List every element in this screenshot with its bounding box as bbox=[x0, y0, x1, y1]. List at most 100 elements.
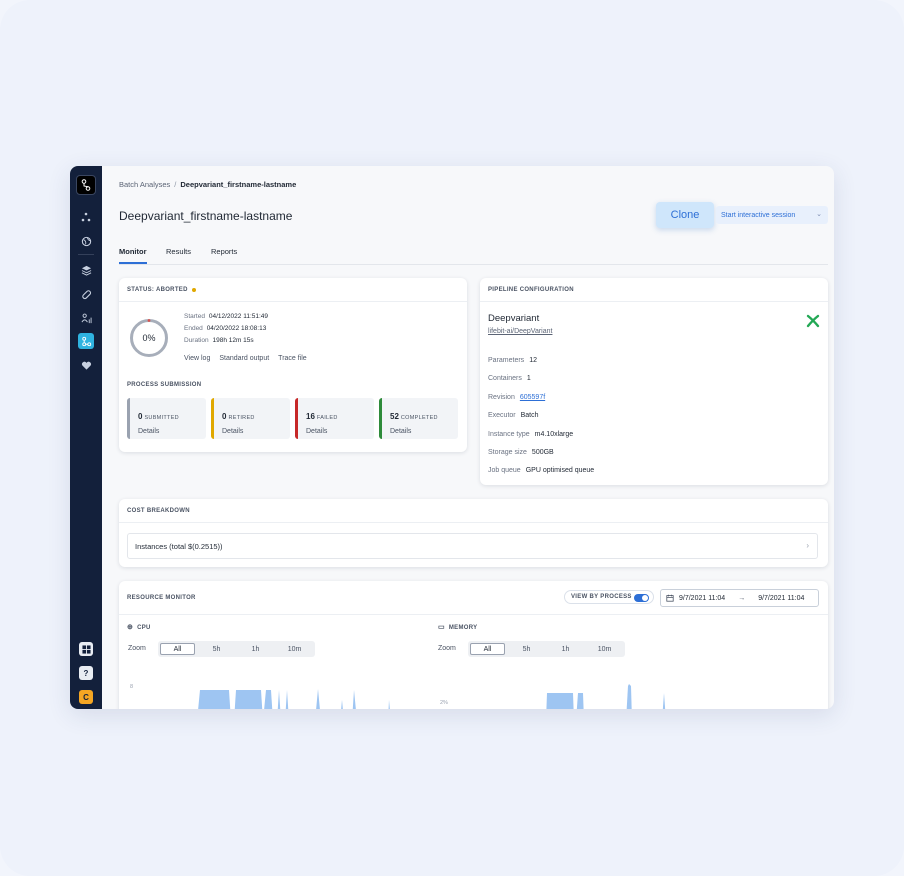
pill-icon[interactable] bbox=[78, 286, 94, 302]
duration-label: Duration bbox=[184, 337, 209, 344]
config-key: Containers bbox=[488, 375, 522, 382]
page-title: Deepvariant_firstname-lastname bbox=[119, 209, 293, 223]
failed-card[interactable]: 16 FAILED Details bbox=[295, 398, 374, 439]
memory-zoom-label: Zoom bbox=[438, 645, 456, 652]
submitted-card[interactable]: 0 SUBMITTED Details bbox=[127, 398, 206, 439]
sidebar-divider bbox=[78, 254, 94, 255]
completed-card[interactable]: 52 COMPLETED Details bbox=[379, 398, 458, 439]
config-key: Job queue bbox=[488, 467, 521, 474]
layers-icon[interactable] bbox=[78, 262, 94, 278]
ended-label: Ended bbox=[184, 325, 203, 332]
status-links: View log Standard output Trace file bbox=[184, 355, 316, 362]
page-background: ? C Batch Analyses / Deepvariant_firstname… bbox=[0, 0, 904, 876]
pipeline-header: PIPELINE CONFIGURATION bbox=[480, 278, 828, 302]
chevron-down-icon: ⌄ bbox=[816, 211, 822, 218]
cpu-title: CPU bbox=[137, 625, 151, 631]
process-submission-title: PROCESS SUBMISSION bbox=[127, 382, 202, 388]
cpu-zoom-label: Zoom bbox=[128, 645, 146, 652]
memory-icon: ▭ bbox=[438, 624, 445, 631]
clone-button[interactable]: Clone bbox=[656, 202, 714, 228]
start-session-label: Start interactive session bbox=[721, 211, 796, 219]
cpu-zoom-1h[interactable]: 1h bbox=[238, 643, 273, 655]
duration-value: 198h 12m 15s bbox=[212, 337, 254, 344]
started-row: Started 04/12/2022 11:51:49 bbox=[184, 313, 268, 320]
cpu-zoom-all[interactable]: All bbox=[160, 643, 195, 655]
memory-chart bbox=[546, 684, 666, 709]
cpu-axis-tick: 8 bbox=[130, 684, 134, 690]
date-to[interactable]: 9/7/2021 11:04 bbox=[758, 595, 804, 602]
cpu-zoom-10m[interactable]: 10m bbox=[277, 643, 312, 655]
main-content: Batch Analyses / Deepvariant_firstname-las… bbox=[102, 166, 834, 709]
cpu-icon: ⊕ bbox=[127, 624, 134, 631]
help-icon[interactable]: ? bbox=[79, 666, 93, 680]
config-key: Storage size bbox=[488, 449, 527, 456]
started-value: 04/12/2022 11:51:49 bbox=[208, 313, 269, 320]
start-session-button[interactable]: Start interactive session ⌄ bbox=[716, 206, 828, 224]
submitted-label: SUBMITTED bbox=[144, 415, 179, 421]
cost-card: COST BREAKDOWN Instances (total $(0.2515… bbox=[119, 499, 828, 567]
retired-card[interactable]: 0 RETIRED Details bbox=[211, 398, 290, 439]
failed-details-link[interactable]: Details bbox=[306, 428, 374, 435]
pipeline-repo-link[interactable]: lifebit-ai/DeepVariant bbox=[488, 328, 552, 335]
globe-icon[interactable] bbox=[78, 233, 94, 249]
revision-link[interactable]: 605597f bbox=[520, 394, 545, 401]
breadcrumb-separator: / bbox=[174, 180, 177, 189]
config-value: m4.10xlarge bbox=[534, 431, 574, 438]
heart-icon[interactable] bbox=[78, 357, 94, 373]
config-row-containers: Containers 1 bbox=[488, 375, 531, 382]
memory-zoom-5h[interactable]: 5h bbox=[509, 643, 544, 655]
apps-grid-icon[interactable] bbox=[79, 642, 93, 656]
progress-percentage: 0% bbox=[142, 333, 156, 343]
config-key: Instance type bbox=[488, 431, 530, 438]
memory-zoom-1h[interactable]: 1h bbox=[548, 643, 583, 655]
config-row-parameters: Parameters 12 bbox=[488, 357, 537, 364]
submitted-details-link[interactable]: Details bbox=[138, 428, 206, 435]
completed-count: 52 bbox=[390, 412, 399, 421]
config-row-storage-size: Storage size 500GB bbox=[488, 449, 554, 456]
started-label: Started bbox=[184, 313, 205, 320]
logo-icon[interactable] bbox=[76, 175, 96, 195]
user-chart-icon[interactable] bbox=[78, 310, 94, 326]
memory-label: ▭ MEMORY bbox=[438, 623, 477, 631]
standard-output-link[interactable]: Standard output bbox=[219, 355, 269, 362]
config-value: Batch bbox=[520, 412, 539, 419]
view-by-process-toggle[interactable]: VIEW BY PROCESS bbox=[564, 590, 654, 604]
trace-file-link[interactable]: Trace file bbox=[278, 355, 307, 362]
tab-monitor[interactable]: Monitor bbox=[119, 247, 147, 264]
completed-details-link[interactable]: Details bbox=[390, 428, 458, 435]
date-from[interactable]: 9/7/2021 11:04 bbox=[679, 595, 725, 602]
retired-details-link[interactable]: Details bbox=[222, 428, 290, 435]
cpu-zoom-5h[interactable]: 5h bbox=[199, 643, 234, 655]
status-dot-icon bbox=[191, 287, 196, 292]
toggle-switch[interactable] bbox=[634, 594, 649, 602]
tab-results[interactable]: Results bbox=[166, 247, 191, 256]
view-log-link[interactable]: View log bbox=[184, 355, 210, 362]
tab-reports[interactable]: Reports bbox=[211, 247, 237, 256]
pipeline-card: PIPELINE CONFIGURATION Deepvariant lifeb… bbox=[480, 278, 828, 485]
date-range-picker[interactable]: 9/7/2021 11:04 → 9/7/2021 11:04 bbox=[660, 589, 819, 607]
nodes-icon[interactable] bbox=[78, 209, 94, 225]
status-card: STATUS: ABORTED 0% Started 04/12/2022 11… bbox=[119, 278, 467, 452]
memory-zoom-all[interactable]: All bbox=[470, 643, 505, 655]
cpu-zoom-group: All 5h 1h 10m bbox=[158, 641, 315, 657]
memory-zoom-group: All 5h 1h 10m bbox=[468, 641, 625, 657]
config-value: 1 bbox=[526, 375, 531, 382]
arrow-right-icon: → bbox=[738, 594, 746, 602]
workflow-icon[interactable] bbox=[78, 333, 94, 349]
view-by-process-label: VIEW BY PROCESS bbox=[571, 594, 632, 600]
breadcrumb-parent[interactable]: Batch Analyses bbox=[119, 180, 170, 189]
cost-header: COST BREAKDOWN bbox=[119, 499, 828, 523]
pipeline-name: Deepvariant bbox=[488, 313, 540, 324]
instances-cost-row[interactable]: Instances (total $(0.2515)) › bbox=[127, 533, 818, 559]
config-key: Revision bbox=[488, 394, 515, 401]
breadcrumb: Batch Analyses / Deepvariant_firstname-las… bbox=[119, 180, 296, 189]
failed-count: 16 bbox=[306, 412, 315, 421]
memory-zoom-10m[interactable]: 10m bbox=[587, 643, 622, 655]
resource-title: RESOURCE MONITOR bbox=[127, 594, 196, 601]
instances-cost-label: Instances (total $(0.2515)) bbox=[135, 541, 223, 551]
config-row-job-queue: Job queue GPU optimised queue bbox=[488, 467, 594, 474]
config-key: Parameters bbox=[488, 357, 525, 364]
config-row-instance-type: Instance type m4.10xlarge bbox=[488, 431, 573, 438]
memory-axis-tick: 2% bbox=[440, 700, 448, 706]
user-avatar[interactable]: C bbox=[79, 690, 93, 704]
